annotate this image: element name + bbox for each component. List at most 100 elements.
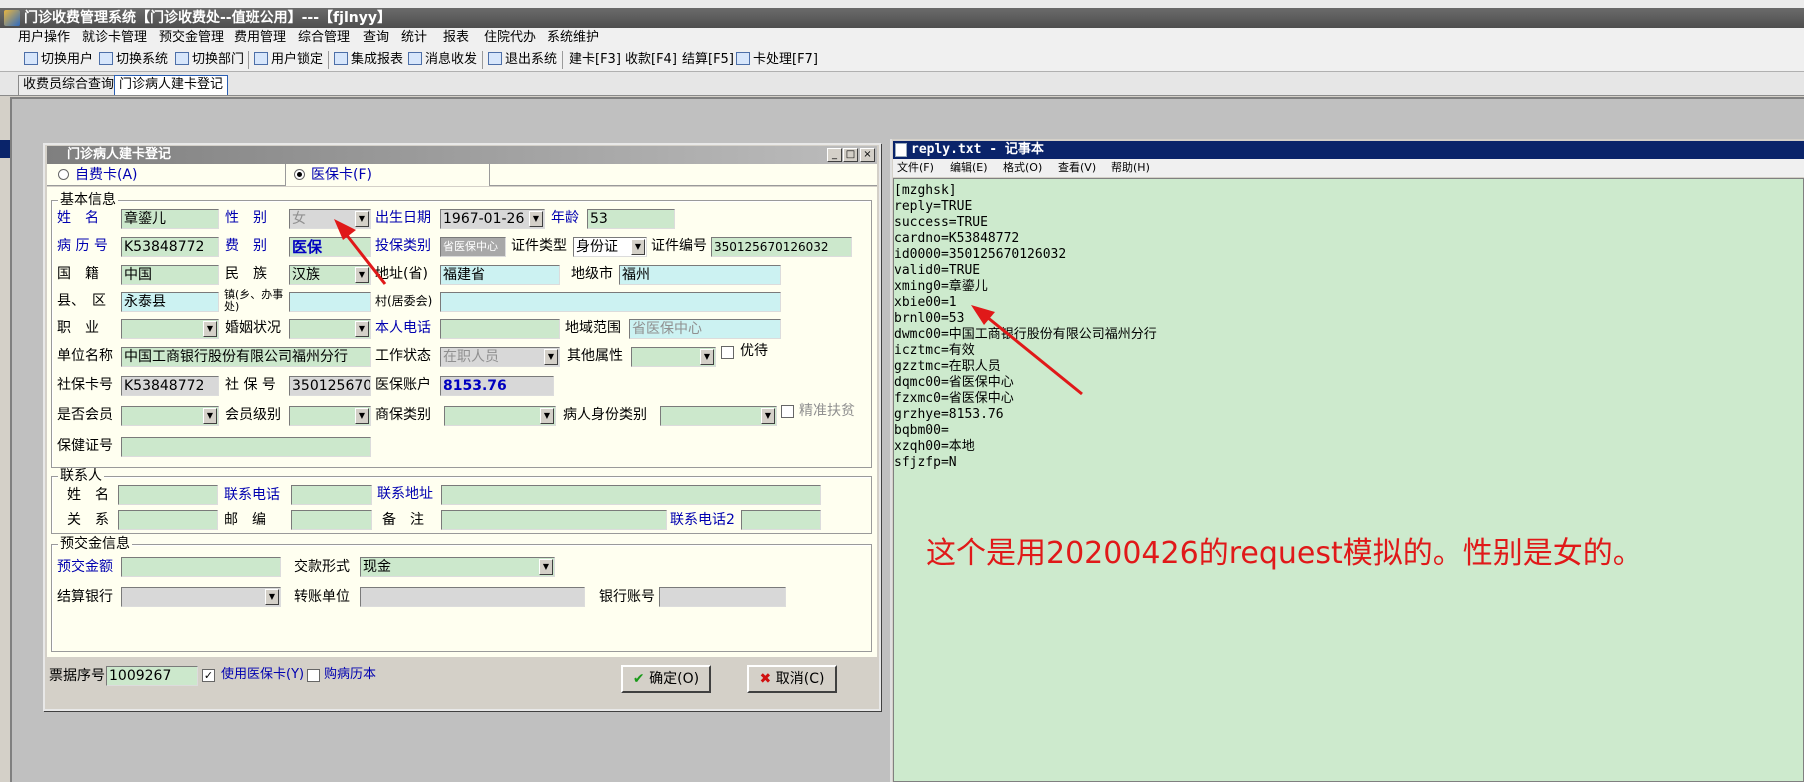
transfer-unit-field[interactable] [360,587,585,607]
county-field[interactable]: 永泰县 [121,292,219,312]
menu-statistics[interactable]: 统计 [401,28,427,48]
menu-deposit-manage[interactable]: 预交金管理 [159,28,224,48]
zip-field[interactable] [291,510,372,530]
health-cert-field[interactable] [121,437,371,457]
member-label: 是否会员 [57,407,113,423]
id-no-label: 证件编号 [651,238,707,254]
notepad-line: dwmc00=中国工商银行股份有限公司福州分行 [894,327,1157,342]
region-field[interactable]: 省医保中心 [629,319,781,339]
tab-cashier-query[interactable]: 收费员综合查询 [18,75,120,95]
switch-user-button[interactable]: 切换用户 [24,48,93,72]
collect-button[interactable]: 收款[F4] [625,48,677,72]
switch-system-button[interactable]: 切换系统 [99,48,168,72]
province-field[interactable]: 福建省 [440,265,560,285]
gender-select[interactable]: 女 ▼ [289,209,371,229]
pay-method-select[interactable]: 现金 ▼ [360,557,555,577]
minimize-button[interactable]: _ [827,148,842,162]
settle-bank-label: 结算银行 [57,589,113,605]
contact-address-field[interactable] [441,485,821,505]
notepad-menu-help[interactable]: 帮助(H) [1111,159,1150,177]
card-process-button[interactable]: 卡处理[F7] [736,48,818,72]
fee-type-field[interactable]: 医保 [289,237,371,257]
ethnic-select[interactable]: 汉族 ▼ [289,265,371,285]
menu-user-ops[interactable]: 用户操作 [18,28,70,48]
menu-reports[interactable]: 报表 [443,28,469,48]
record-no-field[interactable]: K53848772 [121,237,219,257]
create-card-button[interactable]: 建卡[F3] [569,48,621,72]
notepad-menu-view[interactable]: 查看(V) [1058,159,1096,177]
self-pay-card-radio[interactable]: 自费卡(A) [58,165,138,185]
receipt-no-field[interactable]: 1009267 [106,666,198,686]
insurance-card-radio[interactable]: 医保卡(F) [294,165,372,185]
toolbar: 切换用户 切换系统 切换部门 用户锁定 集成报表 消息收发 退出系统 建卡[F3… [0,48,1804,72]
menu-general-manage[interactable]: 综合管理 [298,28,350,48]
chevron-down-icon: ▼ [539,559,553,575]
settle-bank-select[interactable]: ▼ [121,587,281,607]
settle-button[interactable]: 结算[F5] [682,48,734,72]
notepad-menu-format[interactable]: 格式(O) [1003,159,1042,177]
buy-record-book-checkbox[interactable] [307,669,320,682]
nationality-field[interactable]: 中国 [121,265,219,285]
switch-dept-button[interactable]: 切换部门 [175,48,244,72]
chevron-down-icon: ▼ [355,321,369,337]
notepad-menu-edit[interactable]: 编辑(E) [950,159,988,177]
menu-card-manage[interactable]: 就诊卡管理 [82,28,147,48]
patient-identity-select[interactable]: ▼ [660,406,777,426]
age-field[interactable]: 53 [587,209,675,229]
id-type-select[interactable]: 身份证 ▼ [573,237,647,257]
town-field[interactable] [289,292,371,312]
note-field[interactable] [441,510,667,530]
priority-checkbox[interactable] [721,346,734,359]
commercial-ins-select[interactable]: ▼ [444,406,556,426]
other-attr-select[interactable]: ▼ [631,347,716,367]
ok-button[interactable]: ✔ 确定(O) [621,665,711,693]
marital-select[interactable]: ▼ [289,319,371,339]
menu-system-maintain[interactable]: 系统维护 [547,28,599,48]
message-button[interactable]: 消息收发 [408,48,477,72]
village-label: 村(居委会) [375,294,433,308]
menu-fee-manage[interactable]: 费用管理 [234,28,286,48]
phone-field[interactable] [440,319,560,339]
notepad-line: brnl00=53 [894,311,965,326]
poverty-checkbox[interactable] [781,405,794,418]
id-no-field[interactable]: 350125670126032 [711,237,852,257]
contact-phone2-field[interactable] [741,510,821,530]
name-field[interactable]: 章鎏儿 [121,209,219,229]
notepad-text-area[interactable] [893,178,1804,782]
contact-phone-field[interactable] [291,485,372,505]
occupation-select[interactable]: ▼ [121,319,219,339]
cancel-button[interactable]: ✖ 取消(C) [747,665,837,693]
member-level-select[interactable]: ▼ [289,406,371,426]
social-card-field[interactable]: K53848772 [121,376,219,396]
lock-user-button[interactable]: 用户锁定 [254,48,323,72]
village-field[interactable] [440,292,781,312]
id-type-label: 证件类型 [511,238,567,254]
insure-type-field[interactable]: 省医保中心 [440,237,506,257]
menu-inpatient-agent[interactable]: 住院代办 [484,28,536,48]
contact-name-field[interactable] [118,485,218,505]
notepad-line: success=TRUE [894,215,988,230]
social-no-field[interactable]: 350125670126032 [289,376,371,396]
bank-account-field[interactable] [659,587,786,607]
dialog-title: 门诊病人建卡登记 [47,146,877,164]
exit-system-button[interactable]: 退出系统 [488,48,557,72]
department-icon [175,52,189,65]
notepad-menu-file[interactable]: 文件(F) [897,159,934,177]
health-cert-label: 保健证号 [57,438,113,454]
member-select[interactable]: ▼ [121,406,219,426]
member-level-label: 会员级别 [225,407,281,423]
maximize-button[interactable]: □ [843,148,858,162]
birth-date-picker[interactable]: 1967-01-26 ▼ [440,209,545,229]
insurance-account-field[interactable]: 8153.76 [440,376,554,396]
integrated-report-button[interactable]: 集成报表 [334,48,403,72]
city-field[interactable]: 福州 [619,265,781,285]
menu-query[interactable]: 查询 [363,28,389,48]
employer-field[interactable]: 中国工商银行股份有限公司福州分行 [121,347,371,367]
chevron-down-icon: ▼ [700,349,714,365]
use-insurance-card-checkbox[interactable]: ✓ [202,669,215,682]
deposit-amount-field[interactable] [121,557,281,577]
relation-field[interactable] [118,510,218,530]
tab-patient-card-registration[interactable]: 门诊病人建卡登记 [114,75,229,95]
work-status-select[interactable]: 在职人员 ▼ [440,347,560,367]
close-button[interactable]: × [860,148,875,162]
